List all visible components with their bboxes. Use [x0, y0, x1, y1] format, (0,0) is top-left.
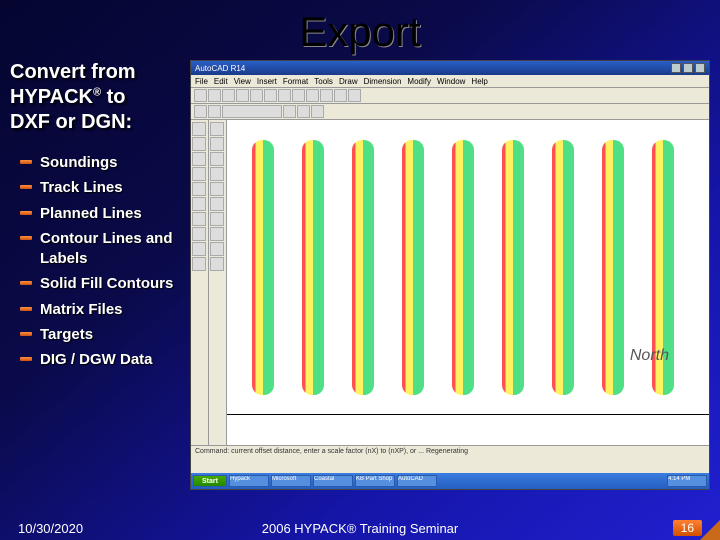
tool-icon[interactable]	[192, 257, 206, 271]
tool-icon[interactable]	[192, 197, 206, 211]
toolbar-icon[interactable]	[208, 105, 221, 118]
registered-mark: ®	[93, 86, 101, 98]
bullet-list: Soundings Track Lines Planned Lines Cont…	[10, 153, 180, 370]
side-toolbar-left2	[209, 120, 227, 445]
toolbar-icon[interactable]	[194, 89, 207, 102]
list-item: Planned Lines	[20, 204, 180, 224]
tool-icon[interactable]	[192, 152, 206, 166]
drawing-canvas[interactable]: North	[227, 120, 709, 445]
tool-icon[interactable]	[192, 167, 206, 181]
content-row: Convert from HYPACK® to DXF or DGN: Soun…	[0, 60, 720, 490]
tool-icon[interactable]	[210, 212, 224, 226]
list-item: DIG / DGW Data	[20, 350, 180, 370]
tool-icon[interactable]	[192, 227, 206, 241]
toolbar-icon[interactable]	[208, 89, 221, 102]
toolbar-icon[interactable]	[292, 89, 305, 102]
list-item: Solid Fill Contours	[20, 274, 180, 294]
toolbar-1	[191, 88, 709, 104]
toolbar-icon[interactable]	[348, 89, 361, 102]
tool-icon[interactable]	[210, 227, 224, 241]
taskbar-item[interactable]: KB Part Shop	[355, 475, 395, 487]
north-label: North	[630, 347, 669, 365]
tool-icon[interactable]	[210, 167, 224, 181]
list-item: Targets	[20, 325, 180, 345]
tool-icon[interactable]	[210, 242, 224, 256]
side-toolbar-left	[191, 120, 209, 445]
toolbar-icon[interactable]	[250, 89, 263, 102]
menu-item[interactable]: View	[234, 77, 251, 86]
window-titlebar: AutoCAD R14	[191, 61, 709, 75]
tool-icon[interactable]	[192, 137, 206, 151]
toolbar-icon[interactable]	[297, 105, 310, 118]
subtitle-brand: HYPACK	[10, 86, 93, 108]
close-button[interactable]	[695, 63, 705, 73]
taskbar: Start Hypack Microsoft Coastal KB Part S…	[191, 473, 709, 489]
list-item: Track Lines	[20, 178, 180, 198]
menu-item[interactable]: Draw	[339, 77, 358, 86]
toolbar-icon[interactable]	[264, 89, 277, 102]
slide-footer: 10/30/2020 2006 HYPACK® Training Seminar…	[0, 520, 720, 536]
toolbar-icon[interactable]	[306, 89, 319, 102]
taskbar-item[interactable]: Microsoft	[271, 475, 311, 487]
cad-body: North	[191, 120, 709, 445]
left-column: Convert from HYPACK® to DXF or DGN: Soun…	[0, 60, 190, 490]
tool-icon[interactable]	[210, 122, 224, 136]
window-title: AutoCAD R14	[195, 64, 669, 73]
toolbar-icon[interactable]	[283, 105, 296, 118]
toolbar-icon[interactable]	[194, 105, 207, 118]
subtitle: Convert from HYPACK® to DXF or DGN:	[10, 60, 180, 135]
toolbar-icon[interactable]	[222, 89, 235, 102]
list-item: Soundings	[20, 153, 180, 173]
tool-icon[interactable]	[192, 182, 206, 196]
taskbar-item[interactable]: Hypack	[229, 475, 269, 487]
menu-item[interactable]: Insert	[257, 77, 277, 86]
tool-icon[interactable]	[210, 257, 224, 271]
axis-line	[227, 414, 709, 415]
tool-icon[interactable]	[210, 152, 224, 166]
toolbar-icon[interactable]	[311, 105, 324, 118]
slide-title: Export	[0, 0, 720, 60]
taskbar-item[interactable]: Coastal	[313, 475, 353, 487]
page-curl-icon	[700, 520, 720, 540]
menu-item[interactable]: Edit	[214, 77, 228, 86]
menu-item[interactable]: Help	[471, 77, 487, 86]
right-column: AutoCAD R14 File Edit View Insert Format…	[190, 60, 720, 490]
tool-icon[interactable]	[192, 122, 206, 136]
menu-item[interactable]: File	[195, 77, 208, 86]
maximize-button[interactable]	[683, 63, 693, 73]
cad-screenshot: AutoCAD R14 File Edit View Insert Format…	[190, 60, 710, 490]
toolbar-icon[interactable]	[320, 89, 333, 102]
page-number: 16	[673, 520, 702, 536]
tool-icon[interactable]	[210, 137, 224, 151]
subtitle-to: to	[101, 86, 125, 108]
menu-item[interactable]: Format	[283, 77, 308, 86]
taskbar-item[interactable]: AutoCAD	[397, 475, 437, 487]
footer-center: 2006 HYPACK® Training Seminar	[0, 521, 720, 536]
toolbar-2	[191, 104, 709, 120]
tool-icon[interactable]	[210, 197, 224, 211]
list-item: Contour Lines and Labels	[20, 229, 180, 270]
tool-icon[interactable]	[192, 242, 206, 256]
taskbar-clock: 4:14 PM	[667, 475, 707, 487]
command-line[interactable]: Command: current offset distance, enter …	[191, 445, 709, 473]
toolbar-icon[interactable]	[222, 105, 282, 118]
subtitle-line1: Convert from	[10, 61, 136, 83]
toolbar-icon[interactable]	[278, 89, 291, 102]
menu-item[interactable]: Tools	[314, 77, 333, 86]
menu-bar: File Edit View Insert Format Tools Draw …	[191, 75, 709, 88]
toolbar-icon[interactable]	[236, 89, 249, 102]
toolbar-icon[interactable]	[334, 89, 347, 102]
menu-item[interactable]: Window	[437, 77, 465, 86]
start-button[interactable]: Start	[193, 475, 227, 487]
list-item: Matrix Files	[20, 300, 180, 320]
subtitle-line3: DXF or DGN:	[10, 111, 132, 133]
menu-item[interactable]: Dimension	[364, 77, 402, 86]
tool-icon[interactable]	[192, 212, 206, 226]
menu-item[interactable]: Modify	[407, 77, 431, 86]
minimize-button[interactable]	[671, 63, 681, 73]
tool-icon[interactable]	[210, 182, 224, 196]
